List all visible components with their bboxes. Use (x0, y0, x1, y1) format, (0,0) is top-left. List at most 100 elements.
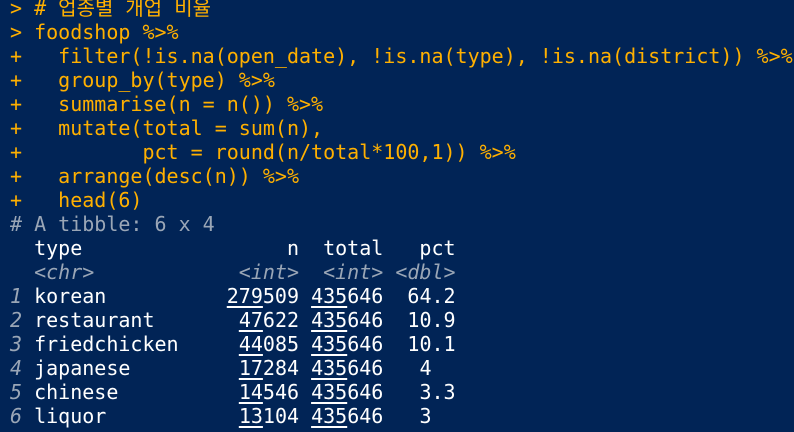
cell-pct: 10.1 (407, 332, 456, 356)
row-index: 3 (10, 332, 35, 356)
tibble-column-header: type n total pct (10, 236, 456, 260)
column-name: total (299, 236, 384, 260)
code-line: + mutate(total = sum(n), (10, 116, 323, 140)
prompt-symbol: + (10, 44, 23, 68)
table-row: 3 friedchicken 44085 435646 10.1 (10, 332, 456, 356)
tibble-comment-text: # A tibble: 6 x 4 (10, 212, 215, 236)
code-line: > # 업종별 개업 비율 (10, 0, 211, 20)
cell-total-thousands: 435 (311, 356, 348, 380)
prompt-symbol: + (10, 188, 23, 212)
cell-spacer (383, 380, 419, 404)
code-line: + group_by(type) %>% (10, 68, 275, 92)
cell-spacer (299, 404, 311, 428)
cell-spacer (191, 356, 239, 380)
prompt-symbol: + (10, 164, 23, 188)
column-name: n (190, 236, 300, 260)
row-index: 1 (10, 284, 35, 308)
column-type: <int> (299, 260, 384, 284)
cell-spacer (299, 284, 311, 308)
code-text: # 업종별 개업 비율 (22, 0, 212, 20)
cell-total-units: 646 (347, 332, 384, 356)
prompt-symbol: + (10, 116, 23, 140)
cell-total-units: 646 (347, 380, 384, 404)
index-spacer (10, 260, 34, 284)
cell-pct: 3 (419, 404, 432, 428)
table-row: 6 liquor 13104 435646 3 (10, 404, 432, 428)
cell-n-units: 104 (262, 404, 300, 428)
cell-n-units: 509 (262, 284, 300, 308)
code-text: filter(!is.na(open_date), !is.na(type), … (22, 44, 793, 68)
code-text: mutate(total = sum(n), (22, 116, 324, 140)
cell-total-units: 646 (347, 404, 384, 428)
cell-pct: 3.3 (419, 380, 456, 404)
column-type: <dbl> (383, 260, 456, 284)
cell-spacer (383, 308, 407, 332)
cell-total-units: 646 (347, 356, 384, 380)
cell-total-units: 646 (347, 308, 384, 332)
cell-spacer (299, 308, 311, 332)
code-text: pct = round(n/total*100,1)) %>% (22, 140, 516, 164)
cell-pct: 4 (419, 356, 432, 380)
index-spacer (10, 236, 34, 260)
cell-spacer (191, 332, 239, 356)
cell-type: chinese (34, 380, 191, 404)
code-line: + summarise(n = n()) %>% (10, 92, 323, 116)
cell-total-thousands: 435 (311, 284, 348, 308)
cell-n-thousands: 14 (238, 380, 263, 404)
cell-type: korean (34, 284, 191, 308)
cell-n-thousands: 44 (238, 332, 263, 356)
cell-n-units: 546 (262, 380, 300, 404)
cell-total-thousands: 435 (311, 380, 348, 404)
cell-n-units: 284 (262, 356, 300, 380)
cell-type: liquor (34, 404, 191, 428)
row-index: 2 (10, 308, 35, 332)
code-text: head(6) (22, 188, 143, 212)
cell-type: friedchicken (34, 332, 191, 356)
column-type: <int> (190, 260, 300, 284)
code-text: foodshop %>% (22, 20, 179, 44)
cell-total-thousands: 435 (311, 404, 348, 428)
code-line: > foodshop %>% (10, 20, 179, 44)
cell-spacer (191, 404, 239, 428)
cell-n-units: 085 (262, 332, 300, 356)
row-index: 4 (10, 356, 35, 380)
tibble-column-types: <chr> <int> <int> <dbl> (10, 260, 456, 284)
cell-spacer (383, 356, 419, 380)
cell-spacer (383, 404, 419, 428)
cell-spacer (383, 332, 407, 356)
code-text: arrange(desc(n)) %>% (22, 164, 299, 188)
code-line: + head(6) (10, 188, 142, 212)
cell-n-thousands: 279 (226, 284, 263, 308)
cell-spacer (383, 284, 407, 308)
cell-spacer (191, 380, 239, 404)
row-index: 6 (10, 404, 35, 428)
cell-pct: 10.9 (407, 308, 456, 332)
column-name: pct (383, 236, 456, 260)
cell-n-thousands: 13 (238, 404, 263, 428)
table-row: 5 chinese 14546 435646 3.3 (10, 380, 456, 404)
cell-n-thousands: 47 (238, 308, 263, 332)
cell-n-units: 622 (262, 308, 300, 332)
prompt-symbol: > (10, 20, 23, 44)
column-name: type (34, 236, 191, 260)
prompt-symbol: + (10, 92, 23, 116)
code-text: group_by(type) %>% (22, 68, 275, 92)
cell-spacer (299, 332, 311, 356)
code-text: summarise(n = n()) %>% (22, 92, 324, 116)
r-console[interactable]: > # 업종별 개업 비율 > foodshop %>% + filter(!is.… (0, 0, 794, 432)
row-index: 5 (10, 380, 35, 404)
prompt-symbol: + (10, 68, 23, 92)
cell-spacer (191, 308, 239, 332)
table-row: 4 japanese 17284 435646 4 (10, 356, 432, 380)
cell-type: restaurant (34, 308, 191, 332)
code-line: + arrange(desc(n)) %>% (10, 164, 299, 188)
cell-total-units: 646 (347, 284, 384, 308)
cell-spacer (299, 356, 311, 380)
table-row: 2 restaurant 47622 435646 10.9 (10, 308, 456, 332)
cell-pct: 64.2 (407, 284, 456, 308)
tibble-header-comment: # A tibble: 6 x 4 (10, 212, 215, 236)
table-row: 1 korean 279509 435646 64.2 (10, 284, 456, 308)
prompt-symbol: > (10, 0, 23, 20)
cell-spacer (299, 380, 311, 404)
code-line: + filter(!is.na(open_date), !is.na(type)… (10, 44, 793, 68)
